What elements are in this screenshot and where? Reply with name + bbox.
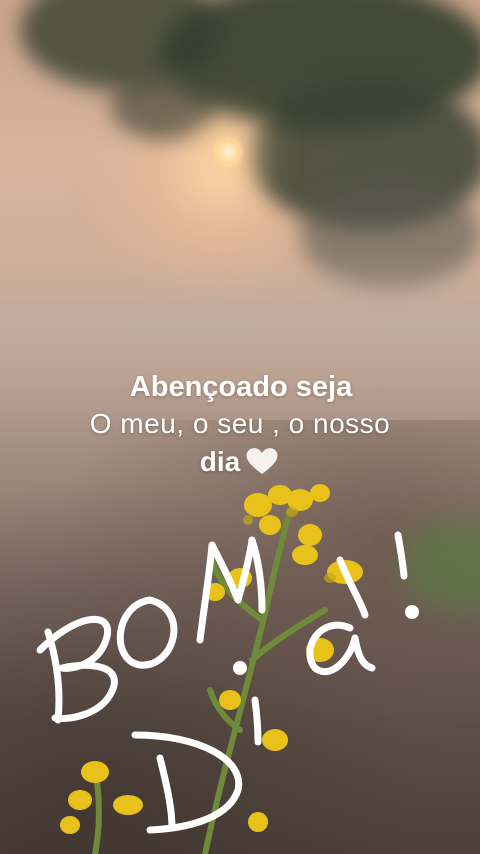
- handwritten-bom-dia: [36, 531, 419, 834]
- photo-background: Abençoado seja O meu, o seu , o nosso di…: [0, 0, 480, 854]
